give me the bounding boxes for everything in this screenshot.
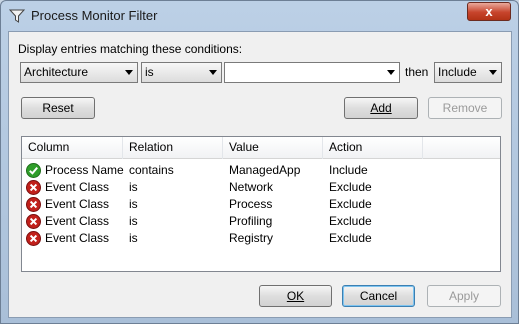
column-select-value: Architecture: [24, 65, 89, 79]
title-bar[interactable]: Process Monitor Filter x: [1, 1, 518, 31]
row-column: Event Class: [45, 180, 110, 194]
ok-button-label: OK: [286, 289, 305, 303]
table-row[interactable]: Process Name contains ManagedApp Include: [22, 162, 500, 179]
close-icon: x: [485, 4, 493, 19]
row-value: Registry: [229, 231, 274, 245]
apply-button[interactable]: Apply: [427, 285, 501, 307]
row-value: Network: [229, 180, 274, 194]
chevron-down-icon: [387, 70, 395, 75]
row-relation: contains: [129, 163, 174, 177]
column-header-relation[interactable]: Relation: [123, 137, 223, 159]
exclude-icon: [26, 197, 41, 212]
row-column: Event Class: [45, 197, 110, 211]
reset-button-label: Reset: [42, 101, 74, 115]
exclude-icon: [26, 214, 41, 229]
then-label: then: [405, 65, 429, 79]
row-value: ManagedApp: [229, 163, 301, 177]
column-header-value[interactable]: Value: [223, 137, 323, 159]
filter-list[interactable]: Column Relation Value Action Process Nam…: [21, 136, 501, 272]
list-header: Column Relation Value Action: [22, 137, 500, 159]
exclude-icon: [26, 180, 41, 195]
table-row[interactable]: Event Class is Process Exclude: [22, 196, 500, 213]
value-combobox[interactable]: [224, 62, 400, 83]
window-title: Process Monitor Filter: [31, 8, 158, 23]
table-row[interactable]: Event Class is Network Exclude: [22, 179, 500, 196]
add-button-label: Add: [370, 101, 392, 115]
chevron-down-icon: [125, 70, 133, 75]
relation-select-value: is: [145, 65, 154, 79]
column-select[interactable]: Architecture: [20, 62, 138, 83]
close-button[interactable]: x: [467, 2, 511, 21]
action-select[interactable]: Include: [434, 62, 502, 83]
chevron-down-icon: [489, 70, 497, 75]
row-value: Process: [229, 197, 273, 211]
add-button[interactable]: Add: [344, 97, 418, 119]
dialog-body: Display entries matching these condition…: [8, 31, 512, 318]
apply-button-label: Apply: [448, 289, 480, 303]
row-action: Include: [329, 163, 368, 177]
ok-button[interactable]: OK: [259, 285, 332, 307]
exclude-icon: [26, 231, 41, 246]
row-value: Profiling: [229, 214, 273, 228]
row-action: Exclude: [329, 214, 372, 228]
check-icon: [26, 163, 41, 178]
row-action: Exclude: [329, 180, 372, 194]
cancel-button-label: Cancel: [359, 289, 398, 303]
row-action: Exclude: [329, 231, 372, 245]
table-row[interactable]: Event Class is Profiling Exclude: [22, 213, 500, 230]
action-select-value: Include: [438, 65, 477, 79]
remove-button-label: Remove: [442, 101, 488, 115]
row-column: Event Class: [45, 214, 110, 228]
remove-button[interactable]: Remove: [428, 97, 502, 119]
filter-dialog-window: Process Monitor Filter x Display entries…: [0, 0, 519, 324]
row-column: Process Name: [45, 163, 124, 177]
row-action: Exclude: [329, 197, 372, 211]
row-relation: is: [129, 180, 138, 194]
chevron-down-icon: [209, 70, 217, 75]
relation-select[interactable]: is: [141, 62, 222, 83]
reset-button[interactable]: Reset: [21, 97, 95, 119]
conditions-prompt: Display entries matching these condition…: [18, 42, 243, 56]
filter-funnel-icon: [8, 8, 26, 24]
column-header-action[interactable]: Action: [323, 137, 423, 159]
cancel-button[interactable]: Cancel: [342, 285, 415, 307]
row-relation: is: [129, 214, 138, 228]
row-relation: is: [129, 197, 138, 211]
column-header-column[interactable]: Column: [22, 137, 123, 159]
row-relation: is: [129, 231, 138, 245]
table-row[interactable]: Event Class is Registry Exclude: [22, 230, 500, 247]
row-column: Event Class: [45, 231, 110, 245]
